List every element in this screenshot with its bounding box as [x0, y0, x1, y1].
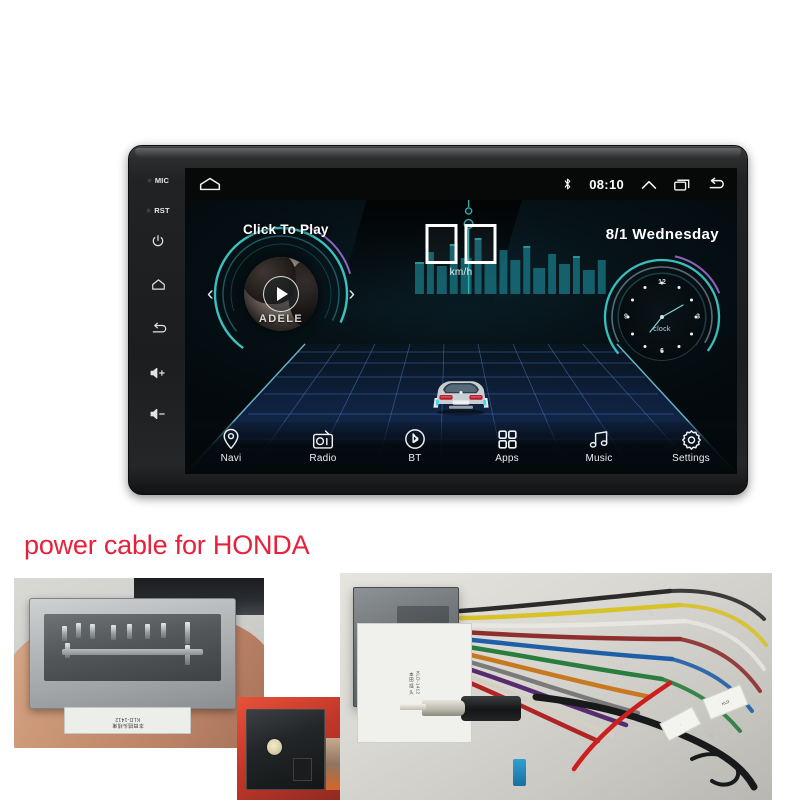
- connector-part-label: KLD-1412 本田插头线束: [64, 706, 191, 735]
- date-label: 8/1 Wednesday: [605, 226, 719, 243]
- play-icon: [277, 287, 288, 301]
- clock-widget-label: clock: [653, 325, 671, 333]
- clock-face: 12 3 6 9 clock: [618, 273, 706, 361]
- clock-numeral-3: 3: [696, 313, 700, 321]
- radio-icon: [312, 427, 334, 451]
- music-note-icon: [588, 427, 610, 451]
- bezel-gloss: [135, 148, 741, 158]
- connector-notch: [292, 758, 312, 781]
- location-pin-icon: [221, 427, 241, 451]
- previous-track-button[interactable]: ‹: [207, 284, 214, 304]
- home-wallpaper: ADELE ‹ › Click To Play km/h 8/1 Wednesd…: [185, 200, 737, 474]
- connector-pin: [90, 624, 96, 640]
- nav-item-bt[interactable]: BT: [369, 427, 461, 464]
- nav-label-radio: Radio: [309, 453, 337, 464]
- connector-pin: [61, 625, 67, 641]
- nav-label-music: Music: [585, 453, 613, 464]
- connector-label-line-2: KLD-1412: [115, 715, 140, 722]
- chevron-up-icon[interactable]: [641, 179, 657, 190]
- speedometer-widget: km/h: [425, 224, 497, 278]
- clock-numeral-9: 9: [624, 313, 628, 321]
- power-icon: [152, 235, 164, 247]
- recent-apps-icon[interactable]: [674, 178, 691, 191]
- gear-icon: [681, 427, 702, 451]
- back-arrow-icon[interactable]: [708, 177, 725, 191]
- connector-divider-ridge: [61, 648, 203, 655]
- nav-label-bt: BT: [408, 453, 422, 464]
- connector-pin: [144, 624, 150, 640]
- antenna-center-pin: [266, 738, 283, 755]
- music-player-widget[interactable]: ADELE ‹ ›: [201, 214, 361, 374]
- nav-item-navi[interactable]: Navi: [185, 427, 277, 464]
- antenna-adapter-closeup-photo: [237, 697, 345, 800]
- volume-down-button[interactable]: [137, 408, 179, 420]
- clock-numeral-12: 12: [658, 279, 666, 286]
- click-to-play-label: Click To Play: [243, 222, 329, 237]
- app-navigation-bar: Navi Radio BT Apps Music Settings: [185, 422, 737, 474]
- antenna-adapter-pin: [400, 703, 427, 711]
- connector-pin: [160, 622, 166, 638]
- mic-indicator: MIC: [137, 176, 179, 185]
- nav-label-settings: Settings: [672, 453, 710, 464]
- back-button[interactable]: [137, 322, 179, 336]
- mic-label: MIC: [154, 176, 170, 185]
- mic-led: [146, 178, 152, 183]
- speed-digits: [425, 224, 497, 264]
- antenna-connector-body: [245, 709, 326, 790]
- blue-wire-terminal: [512, 759, 526, 787]
- reset-label: RST: [154, 206, 170, 215]
- bluetooth-icon: [563, 177, 572, 191]
- volume-down-icon: [150, 408, 165, 420]
- play-button[interactable]: [263, 276, 299, 312]
- back-icon: [152, 322, 166, 333]
- harness-part-label: 本田 插 头 KLD-1412: [357, 622, 472, 743]
- reset-led: [146, 208, 152, 213]
- connector-pin: [111, 624, 117, 640]
- connector-pin: [127, 623, 133, 639]
- clock-widget[interactable]: 12 3 6 9 clock: [597, 252, 727, 382]
- reset-button[interactable]: RST: [137, 206, 179, 215]
- android-status-bar: 08:10: [185, 168, 737, 200]
- speed-digit-2: [464, 224, 497, 264]
- home-button[interactable]: [137, 278, 179, 291]
- connector-housing: [29, 598, 236, 710]
- apps-grid-icon: [497, 427, 518, 451]
- status-home-icon[interactable]: [199, 177, 221, 191]
- nav-label-apps: Apps: [495, 453, 519, 464]
- connector-pin: [76, 622, 82, 638]
- touchscreen-display[interactable]: ADELE ‹ › Click To Play km/h 8/1 Wednesd…: [185, 168, 737, 474]
- harness-label-line-2: KLD-1412: [415, 671, 421, 695]
- antenna-adapter-ferrule: [422, 700, 466, 716]
- wire-tag-text: ·: [678, 721, 683, 727]
- wiring-harness-photo: 本田 插 头 KLD-1412 KLD ·: [340, 573, 772, 800]
- nav-item-apps[interactable]: Apps: [461, 427, 553, 464]
- car-illustration: [433, 381, 489, 416]
- home-icon: [151, 279, 165, 290]
- connector-cavity: [44, 613, 221, 681]
- connector-pin: [185, 622, 191, 645]
- volume-up-icon: [150, 367, 165, 379]
- clock-numeral-6: 6: [660, 348, 664, 355]
- product-caption: power cable for HONDA: [24, 530, 310, 560]
- next-track-button[interactable]: ›: [348, 284, 355, 304]
- speed-digit-1: [425, 224, 458, 264]
- status-bar-right-cluster: 08:10: [563, 177, 725, 192]
- volume-up-button[interactable]: [137, 367, 179, 379]
- connector-label-line-1: 本田插头线束: [111, 721, 144, 728]
- power-button[interactable]: [137, 234, 179, 248]
- speed-unit-label: km/h: [449, 267, 473, 278]
- honda-connector-housing-photo: KLD-1412 本田插头线束: [14, 578, 264, 748]
- nav-item-music[interactable]: Music: [553, 427, 645, 464]
- bluetooth-icon: [404, 427, 426, 451]
- nav-label-navi: Navi: [220, 453, 242, 464]
- album-artist-name: ADELE: [258, 313, 304, 325]
- status-bar-clock: 08:10: [589, 176, 624, 192]
- wire-tag-text: KLD: [721, 698, 731, 707]
- nav-item-radio[interactable]: Radio: [277, 427, 369, 464]
- car-stereo-head-unit: MIC RST ADELE ‹ › Click To Play km/h 8/1…: [128, 145, 748, 495]
- antenna-adapter-barrel: [460, 695, 522, 721]
- side-button-column: MIC RST: [137, 160, 179, 482]
- nav-item-settings[interactable]: Settings: [645, 427, 737, 464]
